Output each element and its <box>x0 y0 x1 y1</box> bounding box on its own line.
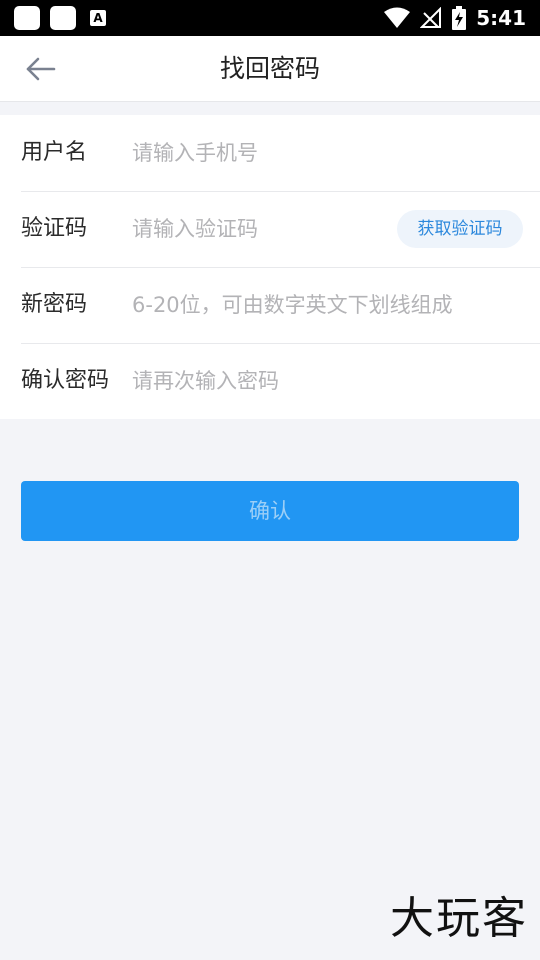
watermark-logo: 大玩客 <box>390 893 528 944</box>
username-label: 用户名 <box>21 140 88 165</box>
code-row: 验证码 获取验证码 <box>21 191 540 267</box>
page-title: 找回密码 <box>219 54 320 83</box>
app-square-icon <box>14 6 40 30</box>
nav-bar: 找回密码 <box>0 36 540 102</box>
phone-input[interactable] <box>132 133 512 173</box>
username-row: 用户名 <box>21 115 540 191</box>
confirm-password-label: 确认密码 <box>21 368 110 393</box>
wifi-icon <box>384 7 411 28</box>
status-bar: A 5:41 <box>0 0 540 36</box>
confirm-password-input[interactable] <box>132 361 512 401</box>
verification-code-input[interactable] <box>132 209 372 249</box>
get-code-button[interactable]: 获取验证码 <box>397 210 523 248</box>
no-signal-icon <box>420 7 442 28</box>
app-square-icon <box>50 6 76 30</box>
confirm-button[interactable]: 确认 <box>21 481 519 541</box>
new-password-label: 新密码 <box>21 292 88 317</box>
back-arrow-icon[interactable] <box>24 56 56 82</box>
status-time: 5:41 <box>476 6 526 30</box>
a-notification-icon: A <box>90 10 106 26</box>
new-password-input[interactable] <box>132 285 476 325</box>
code-label: 验证码 <box>21 216 88 241</box>
battery-charging-icon <box>452 6 467 30</box>
reset-password-form: 用户名 验证码 获取验证码 新密码 确认密码 <box>0 115 540 419</box>
confirm-password-row: 确认密码 <box>21 343 540 419</box>
new-password-row: 新密码 <box>21 267 540 343</box>
